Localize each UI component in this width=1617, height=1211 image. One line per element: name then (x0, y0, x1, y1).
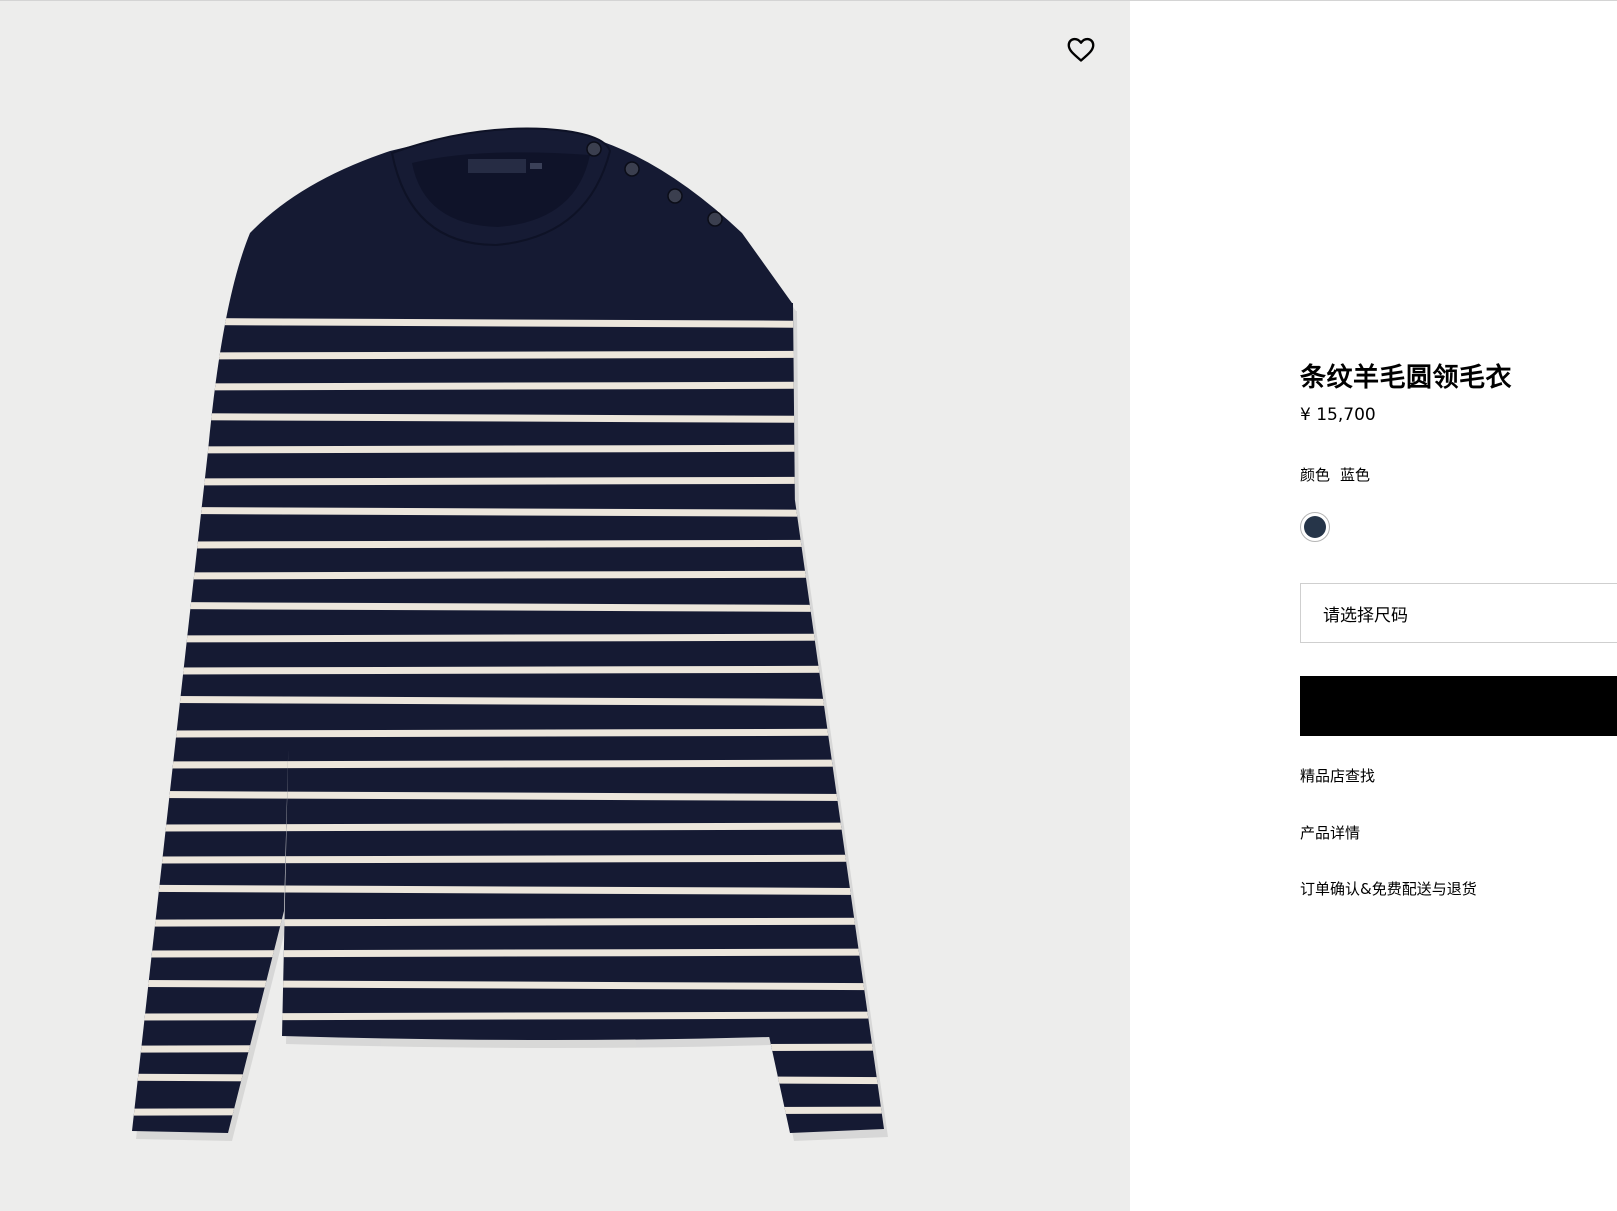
product-image (132, 127, 888, 1141)
color-label: 颜色 (1300, 466, 1331, 484)
heart-icon (1067, 37, 1095, 62)
size-select-placeholder: 请选择尺码 (1323, 605, 1408, 626)
product-page: 条纹羊毛圆领毛衣 ¥ 15,700 颜色 蓝色 请选择尺码 精品店查找 产品详情 … (0, 0, 1617, 1211)
product-price: ¥ 15,700 (1300, 405, 1376, 425)
shipping-returns-link[interactable]: 订单确认&免费配送与退货 (1300, 878, 1477, 899)
find-boutique-link[interactable]: 精品店查找 (1300, 765, 1375, 786)
color-value: 蓝色 (1340, 466, 1371, 484)
size-select[interactable]: 请选择尺码 (1300, 583, 1617, 643)
wishlist-button[interactable] (1062, 31, 1100, 69)
product-details-link[interactable]: 产品详情 (1300, 822, 1360, 843)
color-swatch-blue[interactable] (1300, 512, 1330, 542)
color-swatch-dot (1304, 516, 1326, 538)
product-title: 条纹羊毛圆领毛衣 (1300, 363, 1513, 393)
color-row: 颜色 蓝色 (1300, 464, 1370, 485)
product-info-panel: 条纹羊毛圆领毛衣 ¥ 15,700 颜色 蓝色 请选择尺码 精品店查找 产品详情 … (1130, 1, 1617, 1211)
product-gallery (0, 1, 1130, 1211)
add-to-bag-button[interactable] (1300, 676, 1617, 736)
